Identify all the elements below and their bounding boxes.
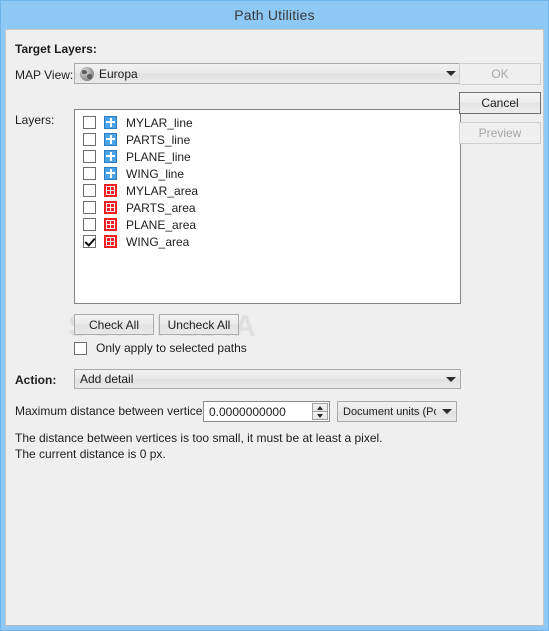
spinner-up-button[interactable]: [312, 403, 328, 412]
triangle-down-icon: [317, 413, 323, 418]
layer-list-item[interactable]: PARTS_area: [75, 199, 460, 216]
line-layer-icon: [104, 116, 117, 129]
only-selected-paths-row[interactable]: Only apply to selected paths: [74, 341, 247, 355]
validation-message-line-1: The distance between vertices is too sma…: [15, 431, 383, 445]
check-all-button[interactable]: Check All: [74, 314, 154, 335]
spinner-buttons[interactable]: [312, 403, 328, 420]
window-title: Path Utilities: [234, 7, 315, 23]
ok-button-label: OK: [491, 67, 509, 81]
line-layer-icon: [104, 150, 117, 163]
line-layer-icon: [104, 167, 117, 180]
area-layer-icon: [104, 201, 117, 214]
area-layer-icon: [104, 235, 117, 248]
map-view-value: Europa: [99, 66, 138, 81]
cancel-button[interactable]: Cancel: [459, 92, 541, 114]
map-view-label: MAP View:: [15, 68, 74, 82]
layer-name: WING_area: [126, 234, 190, 249]
layer-checkbox[interactable]: [83, 167, 96, 180]
dialog-window: Path Utilities SOFTPEDIA Target Layers: …: [0, 0, 549, 631]
area-icon-cells: [107, 238, 114, 245]
layer-name: PLANE_line: [126, 149, 191, 164]
layer-list-item[interactable]: PLANE_area: [75, 216, 460, 233]
ok-button[interactable]: OK: [459, 63, 541, 85]
layer-checkbox[interactable]: [83, 235, 96, 248]
area-layer-icon: [104, 184, 117, 197]
cancel-button-label: Cancel: [481, 96, 519, 110]
layer-name: PARTS_line: [126, 132, 191, 147]
check-all-label: Check All: [88, 317, 140, 332]
uncheck-all-button[interactable]: Uncheck All: [159, 314, 239, 335]
layer-name: WING_line: [126, 166, 185, 181]
preview-button-label: Preview: [478, 126, 522, 140]
layer-checkbox[interactable]: [83, 201, 96, 214]
only-selected-paths-checkbox[interactable]: [74, 341, 87, 355]
layer-checkbox[interactable]: [83, 133, 96, 146]
max-distance-spinbox[interactable]: 0.0000000000: [203, 401, 330, 422]
units-value: Document units (Points): [343, 405, 436, 418]
validation-message-line-2: The current distance is 0 px.: [15, 447, 166, 461]
layer-list-item[interactable]: PLANE_line: [75, 148, 460, 165]
uncheck-all-label: Uncheck All: [167, 317, 231, 332]
max-distance-label: Maximum distance between vertices:: [15, 404, 212, 418]
title-bar: Path Utilities: [1, 1, 548, 29]
layer-checkbox[interactable]: [83, 150, 96, 163]
layer-name: PLANE_area: [126, 217, 197, 232]
layer-checkbox[interactable]: [83, 116, 96, 129]
layer-checkbox[interactable]: [83, 184, 96, 197]
chevron-down-icon: [442, 409, 452, 414]
triangle-up-icon: [317, 405, 323, 410]
chevron-down-icon: [446, 376, 456, 382]
area-layer-icon: [104, 218, 117, 231]
area-icon-cells: [107, 204, 114, 211]
layer-list-item[interactable]: MYLAR_line: [75, 114, 460, 131]
max-distance-value[interactable]: 0.0000000000: [204, 402, 312, 421]
chevron-down-icon: [446, 71, 456, 76]
globe-icon: [80, 66, 94, 81]
layers-listbox[interactable]: MYLAR_line PARTS_line PLANE_line WING_line M…: [74, 109, 461, 304]
spinner-down-button[interactable]: [312, 412, 328, 420]
layer-name: MYLAR_area: [126, 183, 199, 198]
layer-list-item[interactable]: MYLAR_area: [75, 182, 460, 199]
layer-name: MYLAR_line: [126, 115, 193, 130]
layer-list-item[interactable]: PARTS_line: [75, 131, 460, 148]
action-label: Action:: [15, 373, 57, 387]
layers-label: Layers:: [15, 113, 55, 127]
units-combobox[interactable]: Document units (Points): [337, 401, 457, 422]
line-layer-icon: [104, 133, 117, 146]
action-value: Add detail: [80, 372, 134, 386]
target-layers-label: Target Layers:: [15, 42, 97, 56]
layer-list-item[interactable]: WING_area: [75, 233, 460, 250]
area-icon-cells: [107, 221, 114, 228]
area-icon-cells: [107, 187, 114, 194]
layer-name: PARTS_area: [126, 200, 196, 215]
preview-button[interactable]: Preview: [459, 122, 541, 144]
map-view-combobox[interactable]: Europa: [74, 63, 461, 84]
layer-list-item[interactable]: WING_line: [75, 165, 460, 182]
only-selected-paths-label: Only apply to selected paths: [96, 341, 247, 355]
dialog-client-area: SOFTPEDIA Target Layers: MAP View: Europ…: [5, 29, 544, 626]
action-combobox[interactable]: Add detail: [74, 369, 461, 389]
layer-checkbox[interactable]: [83, 218, 96, 231]
